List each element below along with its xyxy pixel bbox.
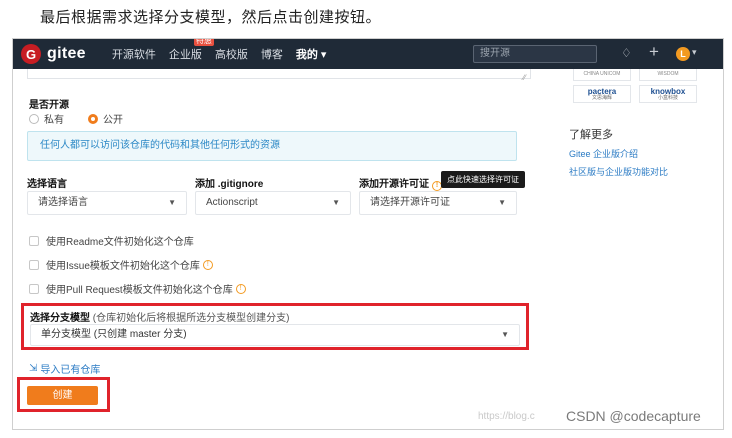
learn-more-title: 了解更多: [569, 129, 613, 141]
partner-logo-knowbox: knowbox 小盒科技: [639, 85, 697, 103]
import-repo-link[interactable]: ⇲ 导入已有仓库: [29, 361, 100, 376]
language-select[interactable]: 请选择语言 ▼: [27, 191, 187, 215]
nav-item-enterprise[interactable]: 企业版 特惠: [168, 39, 214, 62]
license-select[interactable]: 请选择开源许可证 ▼: [359, 191, 517, 215]
issue-checkbox-row[interactable]: 使用Issue模板文件初始化这个仓库!: [29, 257, 213, 272]
info-icon[interactable]: !: [235, 283, 246, 294]
partner-subname: 小盒科技: [657, 95, 678, 101]
branch-model-select[interactable]: 单分支模型 (只创建 master 分支) ▼: [30, 324, 520, 346]
info-icon[interactable]: !: [202, 259, 213, 270]
nav-item-education[interactable]: 高校版: [215, 46, 248, 62]
public-info-box: 任何人都可以访问该仓库的代码和其他任何形式的资源: [27, 131, 517, 161]
create-button[interactable]: 创建: [27, 386, 98, 405]
top-navbar: G gitee 开源软件 企业版 特惠 高校版 博客 我的 ▾ 搜开源 ♢ + L…: [13, 39, 723, 69]
instruction-caption: 最后根据需求选择分支模型，然后点击创建按钮。: [40, 8, 382, 26]
import-icon: ⇲: [29, 363, 38, 374]
partner-logo-pactera: pactera 文思海辉: [573, 85, 631, 103]
gitignore-label: 添加 .gitignore: [195, 179, 264, 190]
chevron-down-icon[interactable]: ▾: [692, 47, 697, 58]
partner-logo: CHINA UNICOM: [573, 69, 631, 81]
hot-badge: 特惠: [193, 39, 214, 46]
license-select-value: 请选择开源许可证: [370, 197, 450, 208]
language-select-value: 请选择语言: [38, 197, 88, 208]
visibility-radio-group: 私有 公开: [29, 111, 147, 126]
gitee-logo-icon: G: [21, 44, 41, 64]
readme-checkbox-label: 使用Readme文件初始化这个仓库: [46, 237, 194, 248]
import-repo-label: 导入已有仓库: [40, 365, 101, 376]
license-label-group: 添加开源许可证!: [359, 175, 442, 191]
gitee-logo[interactable]: G gitee: [21, 44, 86, 64]
csdn-watermark: CSDN @codecapture: [566, 408, 701, 424]
partner-logo-row-top: CHINA UNICOM WISDOM: [573, 69, 723, 81]
branch-model-value: 单分支模型 (只创建 master 分支): [41, 329, 187, 340]
nav-item-enterprise-label: 企业版: [168, 49, 202, 61]
branch-model-highlight: 选择分支模型 (仓库初始化后将根据所选分支模型创建分支) 单分支模型 (只创建 …: [21, 303, 529, 350]
partner-logo: WISDOM: [639, 69, 697, 81]
search-input[interactable]: 搜开源: [473, 45, 597, 63]
resize-handle-icon[interactable]: ∕∕: [523, 73, 526, 82]
public-radio[interactable]: [88, 113, 98, 124]
readme-checkbox-row[interactable]: 使用Readme文件初始化这个仓库: [29, 233, 194, 248]
caret-down-icon: ▼: [332, 198, 340, 207]
branch-model-hint: (仓库初始化后将根据所选分支模型创建分支): [92, 313, 290, 324]
language-label: 选择语言: [27, 179, 67, 190]
nav-item-blog[interactable]: 博客: [261, 46, 283, 62]
url-watermark: https://blog.c: [478, 411, 535, 422]
caret-down-icon: ▼: [168, 198, 176, 207]
gitignore-select[interactable]: Actionscript ▼: [195, 191, 351, 215]
gitee-logo-text: gitee: [47, 45, 86, 62]
nav-item-mine[interactable]: 我的 ▾: [296, 46, 327, 62]
public-radio-label[interactable]: 公开: [103, 111, 123, 126]
pr-checkbox-label: 使用Pull Request模板文件初始化这个仓库: [46, 285, 233, 296]
branch-model-title: 选择分支模型 (仓库初始化后将根据所选分支模型创建分支): [30, 309, 289, 324]
open-source-label: 是否开源: [29, 100, 69, 111]
private-radio-label[interactable]: 私有: [44, 111, 64, 126]
license-label: 添加开源许可证: [359, 179, 429, 190]
readme-checkbox[interactable]: [29, 235, 39, 246]
screenshot-frame: G gitee 开源软件 企业版 特惠 高校版 博客 我的 ▾ 搜开源 ♢ + L…: [12, 38, 724, 430]
plus-icon[interactable]: +: [649, 42, 659, 62]
branch-model-label: 选择分支模型: [30, 313, 90, 324]
bell-icon[interactable]: ♢: [621, 46, 632, 60]
pr-checkbox[interactable]: [29, 283, 39, 294]
pr-checkbox-row[interactable]: 使用Pull Request模板文件初始化这个仓库!: [29, 281, 246, 296]
partner-logo-row: pactera 文思海辉 knowbox 小盒科技: [573, 85, 705, 103]
partner-subname: 文思海辉: [591, 95, 612, 101]
caret-down-icon: ▼: [501, 330, 509, 339]
license-tooltip: 点此快速选择许可证: [441, 171, 525, 188]
edition-compare-link[interactable]: 社区版与企业版功能对比: [569, 165, 668, 178]
private-radio[interactable]: [29, 113, 39, 124]
description-textarea[interactable]: [27, 69, 531, 79]
enterprise-intro-link[interactable]: Gitee 企业版介绍: [569, 147, 638, 160]
issue-checkbox[interactable]: [29, 259, 39, 270]
nav-menu: 开源软件 企业版 特惠 高校版 博客 我的 ▾: [112, 39, 340, 62]
nav-item-open-source[interactable]: 开源软件: [112, 46, 156, 62]
issue-checkbox-label: 使用Issue模板文件初始化这个仓库: [46, 261, 200, 272]
caret-down-icon: ▼: [498, 198, 506, 207]
gitignore-select-value: Actionscript: [206, 197, 258, 208]
create-button-highlight: 创建: [17, 377, 110, 412]
avatar[interactable]: L: [676, 47, 690, 61]
